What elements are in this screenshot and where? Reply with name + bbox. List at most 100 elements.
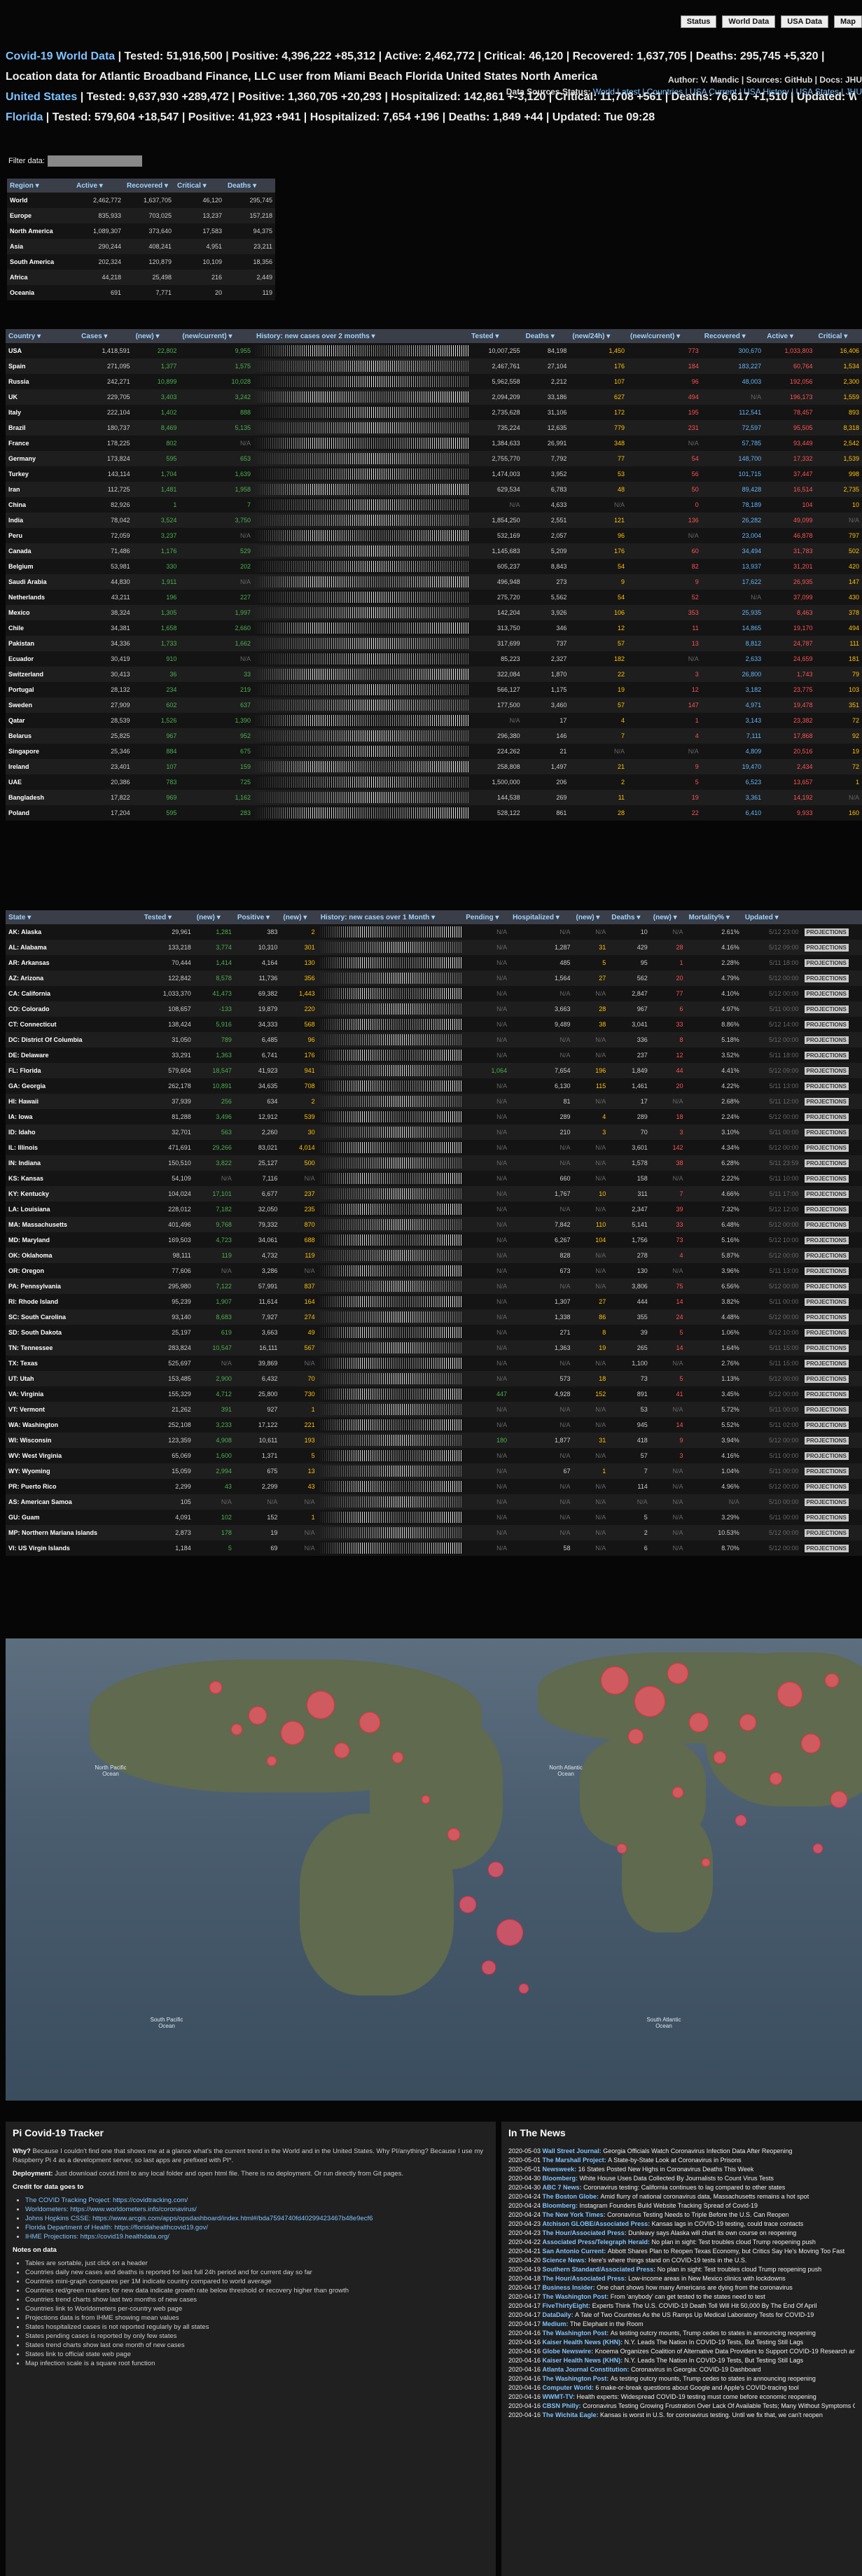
projections-button[interactable]: PROJECTIONS — [804, 1113, 849, 1121]
news-item[interactable]: 2020-04-18 The Hour/Associated Press: Lo… — [508, 2274, 855, 2283]
news-source[interactable]: CBSN Philly: — [543, 2402, 583, 2409]
country-name[interactable]: France — [6, 436, 79, 451]
col-header-history-new-cases-over-1-month[interactable]: History: new cases over 1 Month ▾ — [317, 910, 464, 924]
country-row[interactable]: Germany 173,824 595 653 2,755,770 7,792 77 54 14… — [6, 451, 862, 466]
case-marker[interactable] — [702, 1858, 710, 1867]
news-source[interactable]: The Hour/Associated Press: — [543, 2275, 629, 2282]
news-source[interactable]: ABC 7 News: — [543, 2184, 584, 2191]
country-name[interactable]: UAE — [6, 774, 79, 790]
col-header-active[interactable]: Active ▾ — [764, 329, 816, 343]
projections-button[interactable]: PROJECTIONS — [804, 1066, 849, 1075]
state-row[interactable]: WV: West Virginia 65,069 1,600 1,371 5 N/A N/A… — [6, 1448, 862, 1463]
news-item[interactable]: 2020-04-16 Kaiser Health News (KHN): N.Y… — [508, 2338, 855, 2347]
projections-button[interactable]: PROJECTIONS — [804, 1467, 849, 1475]
country-name[interactable]: Ecuador — [6, 651, 79, 667]
state-row[interactable]: VI: US Virgin Islands 1,184 5 69 N/A N/A 58 N/A… — [6, 1540, 862, 1556]
col-header-new[interactable]: (new) ▾ — [573, 910, 609, 924]
state-name[interactable]: CA: California — [6, 986, 141, 1001]
state-row[interactable]: IL: Illinois 471,691 29,266 83,021 4,014 N/A N… — [6, 1140, 862, 1155]
news-item[interactable]: 2020-04-30 ABC 7 News: Coronavirus testi… — [508, 2183, 855, 2192]
country-name[interactable]: Belgium — [6, 559, 79, 574]
country-row[interactable]: Peru 72,059 3,237 N/A 532,169 2,057 96 N/A 23,00… — [6, 528, 862, 543]
country-row[interactable]: Belarus 25,825 967 952 296,380 146 7 4 7,111 17,8… — [6, 728, 862, 744]
projections-button[interactable]: PROJECTIONS — [804, 1190, 849, 1198]
state-name[interactable]: MA: Massachusetts — [6, 1217, 141, 1232]
news-headline[interactable]: N.Y. Leads The Nation In COVID-19 Tests,… — [625, 2357, 803, 2364]
col-header-region[interactable]: Region ▾ — [7, 179, 74, 193]
region-row[interactable]: Africa 44,218 25,498 216 2,449 — [7, 270, 275, 285]
case-marker[interactable] — [739, 1714, 756, 1731]
state-name[interactable]: PR: Puerto Rico — [6, 1479, 141, 1494]
country-name[interactable]: USA — [6, 343, 79, 358]
news-item[interactable]: 2020-04-16 Kaiser Health News (KHN): N.Y… — [508, 2356, 855, 2365]
col-header-deaths[interactable]: Deaths ▾ — [522, 329, 570, 343]
projections-button[interactable]: PROJECTIONS — [804, 989, 849, 998]
projections-button[interactable]: PROJECTIONS — [804, 1051, 849, 1059]
projections-button[interactable]: PROJECTIONS — [804, 1082, 849, 1090]
state-name[interactable]: RI: Rhode Island — [6, 1294, 141, 1309]
state-row[interactable]: WI: Wisconsin 123,359 4,908 10,611 193 180 1,8… — [6, 1433, 862, 1448]
state-name[interactable]: VT: Vermont — [6, 1402, 141, 1417]
news-source[interactable]: Medium: — [543, 2320, 571, 2327]
news-headline[interactable]: 6 make-or-break questions about Google a… — [595, 2384, 798, 2391]
state-name[interactable]: PA: Pennsylvania — [6, 1279, 141, 1294]
state-row[interactable]: VA: Virginia 155,329 4,712 25,800 730 447 4,92… — [6, 1386, 862, 1402]
news-headline[interactable]: One chart shows how many Americans are d… — [597, 2284, 793, 2291]
news-item[interactable]: 2020-04-17 DataDaily: A Tale of Two Coun… — [508, 2311, 855, 2320]
credit-link[interactable]: IHME Projections: https://covid19.health… — [25, 2233, 169, 2241]
col-header-cases[interactable]: Cases ▾ — [78, 329, 133, 343]
state-row[interactable]: AZ: Arizona 122,842 8,578 11,736 356 N/A 1,564… — [6, 970, 862, 986]
news-item[interactable]: 2020-04-17 The Washington Post: From 'an… — [508, 2292, 855, 2302]
col-header-new[interactable]: (new) ▾ — [132, 329, 180, 343]
news-item[interactable]: 2020-05-01 The Marshall Project: A State… — [508, 2156, 855, 2165]
projections-button[interactable]: PROJECTIONS — [804, 959, 849, 967]
col-header-history-new-cases-over-2-months[interactable]: History: new cases over 2 months ▾ — [253, 329, 469, 343]
state-name[interactable]: KS: Kansas — [6, 1171, 141, 1186]
projections-button[interactable]: PROJECTIONS — [804, 1359, 849, 1367]
projections-button[interactable]: PROJECTIONS — [804, 1421, 849, 1429]
projections-button[interactable]: PROJECTIONS — [804, 1020, 849, 1029]
news-item[interactable]: 2020-04-22 Associated Press/Telegraph He… — [508, 2238, 855, 2247]
state-row[interactable]: FL: Florida 579,604 18,547 41,923 941 1,064 7,… — [6, 1063, 862, 1078]
country-name[interactable]: Peru — [6, 528, 79, 543]
state-row[interactable]: IA: Iowa 81,288 3,496 12,912 539 N/A 289 4 289 18… — [6, 1109, 862, 1125]
case-marker[interactable] — [209, 1681, 222, 1694]
news-headline[interactable]: A State-by-State Look at Coronavirus in … — [608, 2157, 742, 2164]
case-marker[interactable] — [482, 1961, 496, 1975]
case-marker[interactable] — [801, 1734, 821, 1753]
projections-button[interactable]: PROJECTIONS — [804, 1159, 849, 1167]
news-source[interactable]: The Hour/Associated Press: — [543, 2229, 629, 2236]
projections-button[interactable]: PROJECTIONS — [804, 1267, 849, 1275]
country-name[interactable]: Qatar — [6, 713, 79, 728]
news-source[interactable]: Globe Newswire: — [543, 2348, 595, 2355]
projections-button[interactable]: PROJECTIONS — [804, 1451, 849, 1460]
country-name[interactable]: Poland — [6, 805, 79, 821]
state-name[interactable]: WI: Wisconsin — [6, 1433, 141, 1448]
nav-status[interactable]: Status — [680, 15, 717, 28]
state-name[interactable]: AK: Alaska — [6, 924, 141, 940]
state-name[interactable]: IN: Indiana — [6, 1155, 141, 1171]
state-name[interactable]: CT: Connecticut — [6, 1017, 141, 1032]
news-headline[interactable]: Coronavirus in Georgia: COVID-19 Dashboa… — [631, 2366, 761, 2373]
col-header-positive[interactable]: Positive ▾ — [234, 910, 281, 924]
news-source[interactable]: Associated Press/Telegraph Herald: — [543, 2239, 652, 2246]
state-name[interactable]: MP: Northern Mariana Islands — [6, 1525, 141, 1540]
case-marker[interactable] — [447, 1828, 460, 1841]
state-row[interactable]: MD: Maryland 169,503 4,723 34,061 688 N/A 6,26… — [6, 1232, 862, 1248]
country-row[interactable]: France 178,225 802 N/A 1,384,633 26,991 348 N/A… — [6, 436, 862, 451]
state-row[interactable]: HI: Hawaii 37,939 256 634 2 N/A 81 N/A 17 N/A 2.68… — [6, 1094, 862, 1109]
news-headline[interactable]: Kansas is worst in U.S. for coronavirus … — [600, 2411, 823, 2418]
country-row[interactable]: Spain 271,095 1,377 1,575 2,467,761 27,104 176… — [6, 358, 862, 374]
state-name[interactable]: KY: Kentucky — [6, 1186, 141, 1202]
projections-button[interactable]: PROJECTIONS — [804, 1220, 849, 1229]
world-map[interactable]: North Pacific Ocean North Atlantic Ocean S… — [6, 1638, 862, 2101]
news-item[interactable]: 2020-04-16 The Washington Post: As testi… — [508, 2374, 855, 2383]
state-row[interactable]: SC: South Carolina 93,140 8,683 7,927 274 N/A… — [6, 1309, 862, 1325]
news-source[interactable]: Wall Street Journal: — [543, 2147, 604, 2154]
country-row[interactable]: Iran 112,725 1,481 1,958 629,534 6,783 48 50 89,… — [6, 482, 862, 497]
state-name[interactable]: WA: Washington — [6, 1417, 141, 1433]
news-headline[interactable]: From 'anybody' can get tested to the sta… — [611, 2293, 765, 2300]
news-headline[interactable]: Coronavirus testing: California continue… — [583, 2184, 785, 2191]
state-name[interactable]: TX: Texas — [6, 1356, 141, 1371]
country-row[interactable]: UK 229,705 3,403 3,242 2,094,209 33,186 627 494… — [6, 389, 862, 405]
